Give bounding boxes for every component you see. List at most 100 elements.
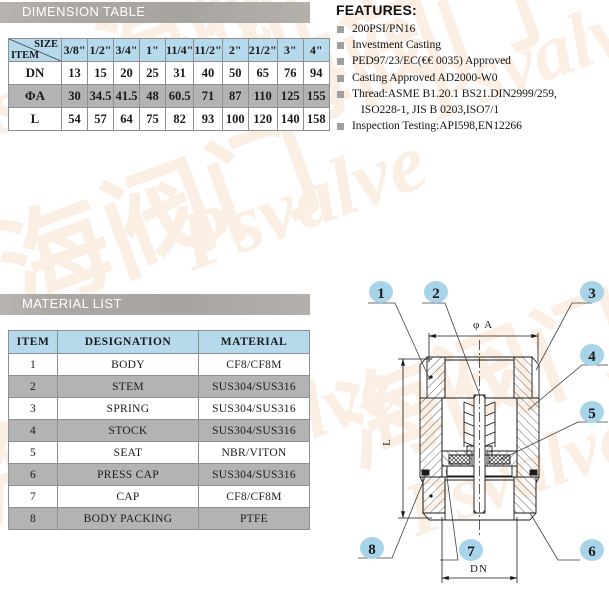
dimension-size-header: 3" [276, 38, 304, 62]
material-item-number: 7 [8, 485, 58, 508]
material-material: NBR/VITON [198, 441, 310, 464]
dimension-cell: 60.5 [164, 84, 195, 108]
body-wall-lower-right [513, 476, 537, 514]
dimension-size-header: 3/8" [61, 38, 88, 62]
bullet-square-icon [337, 58, 344, 66]
dimension-cell: 125 [276, 84, 304, 108]
dimension-table-title: DIMENSION TABLE [22, 4, 146, 19]
dimension-cell: 40 [193, 61, 223, 85]
dimension-cell: 41.5 [113, 84, 140, 108]
material-item-number: 4 [8, 419, 58, 442]
body-packing-right [529, 469, 538, 476]
material-material: SUS304/SUS316 [198, 375, 310, 398]
feature-text: PED97/23/EC(€€ 0035) Approved [352, 54, 511, 68]
dimension-table-header-row: SIZE ITEM 3/8" 1/2" 3/4" 1" 11/4" 11/2" … [8, 38, 330, 62]
body-packing-left [421, 469, 430, 476]
dimension-size-header: 11/2" [193, 38, 223, 62]
material-item-number: 6 [8, 463, 58, 486]
feature-text-continuation: ISO228-1, JIS B 0203,ISO7/1 [361, 103, 500, 117]
dimension-size-header: 3/4" [113, 38, 140, 62]
material-designation: STEM [57, 375, 199, 398]
callout-text-8: 8 [368, 542, 376, 558]
feature-text: Thread:ASME B1.20.1 BS21.DIN2999/259, [352, 86, 557, 100]
features-title: FEATURES: [336, 2, 417, 18]
callout-text-1: 1 [377, 286, 385, 302]
material-designation: SEAT [57, 441, 199, 464]
body-wall-left [419, 397, 443, 478]
corner-item-label: ITEM [11, 50, 40, 61]
features-section: FEATURES: 200PSI/PN16 Investment Casting… [336, 2, 608, 134]
bullet-square-icon [337, 74, 344, 82]
material-list-table: ITEM DESIGNATION MATERIAL 1 BODY CF8/CF8… [8, 330, 310, 530]
callout-text-6: 6 [588, 544, 596, 560]
dimension-cell: 120 [247, 107, 278, 131]
body-wall-upper-right [513, 356, 533, 399]
dimension-cell: 75 [139, 107, 166, 131]
material-designation: STOCK [57, 419, 199, 442]
dimension-label-l: L [381, 438, 393, 446]
dimension-cell: 82 [164, 107, 195, 131]
material-list-title-bar: MATERIAL LIST [0, 294, 310, 315]
dimension-row-label: DN [8, 61, 62, 85]
material-item-number: 1 [8, 353, 58, 376]
table-row: 8 BODY PACKING PTFE [8, 507, 310, 530]
feature-item: Thread:ASME B1.20.1 BS21.DIN2999/259, IS… [336, 86, 608, 118]
material-material: CF8/CF8M [198, 353, 310, 376]
dimension-table-row-phia: ΦA 30 34.5 41.5 48 60.5 71 87 110 125 15… [8, 84, 330, 108]
dimension-cell: 13 [61, 61, 88, 85]
dimension-cell: 71 [193, 84, 223, 108]
callout-text-7: 7 [467, 544, 475, 560]
dimension-table-corner-cell: SIZE ITEM [8, 38, 62, 62]
dimension-size-header: 21/2" [247, 38, 278, 62]
dimension-row-label: ΦA [8, 84, 62, 108]
dimension-cell: 31 [164, 61, 195, 85]
dimension-cell: 20 [113, 61, 140, 85]
material-item-number: 2 [8, 375, 58, 398]
watermark-en-1: Psvalve [166, 115, 438, 288]
material-table-header-row: ITEM DESIGNATION MATERIAL [8, 330, 310, 354]
material-material: PTFE [198, 507, 310, 530]
dimension-cell: 64 [113, 107, 140, 131]
feature-item: 200PSI/PN16 [336, 21, 608, 37]
dimension-cell: 50 [221, 61, 249, 85]
dimension-cell: 25 [139, 61, 166, 85]
material-item-number: 5 [8, 441, 58, 464]
dimension-cell: 87 [221, 84, 249, 108]
dimension-cell: 48 [139, 84, 166, 108]
dimension-size-header: 11/4" [164, 38, 195, 62]
material-item-number: 8 [8, 507, 58, 530]
material-designation: SPRING [57, 397, 199, 420]
feature-text: Casting Approved AD2000-W0 [352, 70, 498, 84]
dimension-cell: 34.5 [87, 84, 114, 108]
valve-cross-section-drawing: φ A L DN 1 2 3 4 5 6 7 8 [350, 270, 609, 591]
dimension-cell: 155 [302, 84, 330, 108]
dimension-cell: 54 [61, 107, 88, 131]
material-material: SUS304/SUS316 [198, 419, 310, 442]
table-row: 5 SEAT NBR/VITON [8, 441, 310, 464]
material-material: SUS304/SUS316 [198, 463, 310, 486]
table-row: 3 SPRING SUS304/SUS316 [8, 397, 310, 420]
detail-dot [429, 375, 433, 379]
table-row: 6 PRESS CAP SUS304/SUS316 [8, 463, 310, 486]
dimension-size-header: 4" [302, 38, 330, 62]
callout-text-4: 4 [588, 349, 596, 365]
dimension-table: SIZE ITEM 3/8" 1/2" 3/4" 1" 11/4" 11/2" … [8, 38, 330, 131]
dimension-cell: 100 [221, 107, 249, 131]
dimension-size-header: 2" [221, 38, 249, 62]
corner-size-label: SIZE [34, 39, 58, 51]
dimension-cell: 110 [247, 84, 278, 108]
dimension-cell: 93 [193, 107, 223, 131]
material-item-number: 3 [8, 397, 58, 420]
dimension-cell: 140 [276, 107, 304, 131]
feature-item: Investment Casting [336, 37, 608, 53]
dimension-label-dn: DN [470, 563, 488, 575]
dimension-row-label: L [8, 107, 62, 131]
table-row: 4 STOCK SUS304/SUS316 [8, 419, 310, 442]
material-designation: CAP [57, 485, 199, 508]
feature-item: PED97/23/EC(€€ 0035) Approved [336, 53, 608, 69]
dimension-label-phi-a: φ A [473, 319, 493, 331]
material-designation: BODY [57, 353, 199, 376]
dimension-cell: 30 [61, 84, 88, 108]
dimension-table-title-bar: DIMENSION TABLE [0, 2, 310, 23]
dimension-cell: 15 [87, 61, 114, 85]
